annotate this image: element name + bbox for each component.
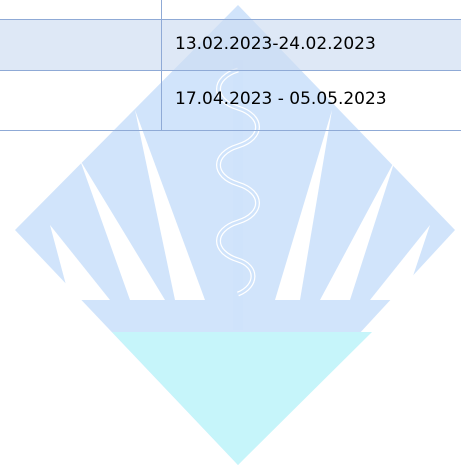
logo-lower-triangle (112, 332, 372, 465)
table-row: 13.02.2023-24.02.2023 (0, 20, 461, 70)
row-divider (0, 130, 461, 131)
column-divider (161, 0, 162, 131)
date-range-cell: 13.02.2023-24.02.2023 (175, 34, 376, 54)
date-range-cell: 17.04.2023 - 05.05.2023 (175, 89, 387, 109)
table-row: 17.04.2023 - 05.05.2023 (0, 71, 461, 131)
table-row (0, 0, 461, 19)
